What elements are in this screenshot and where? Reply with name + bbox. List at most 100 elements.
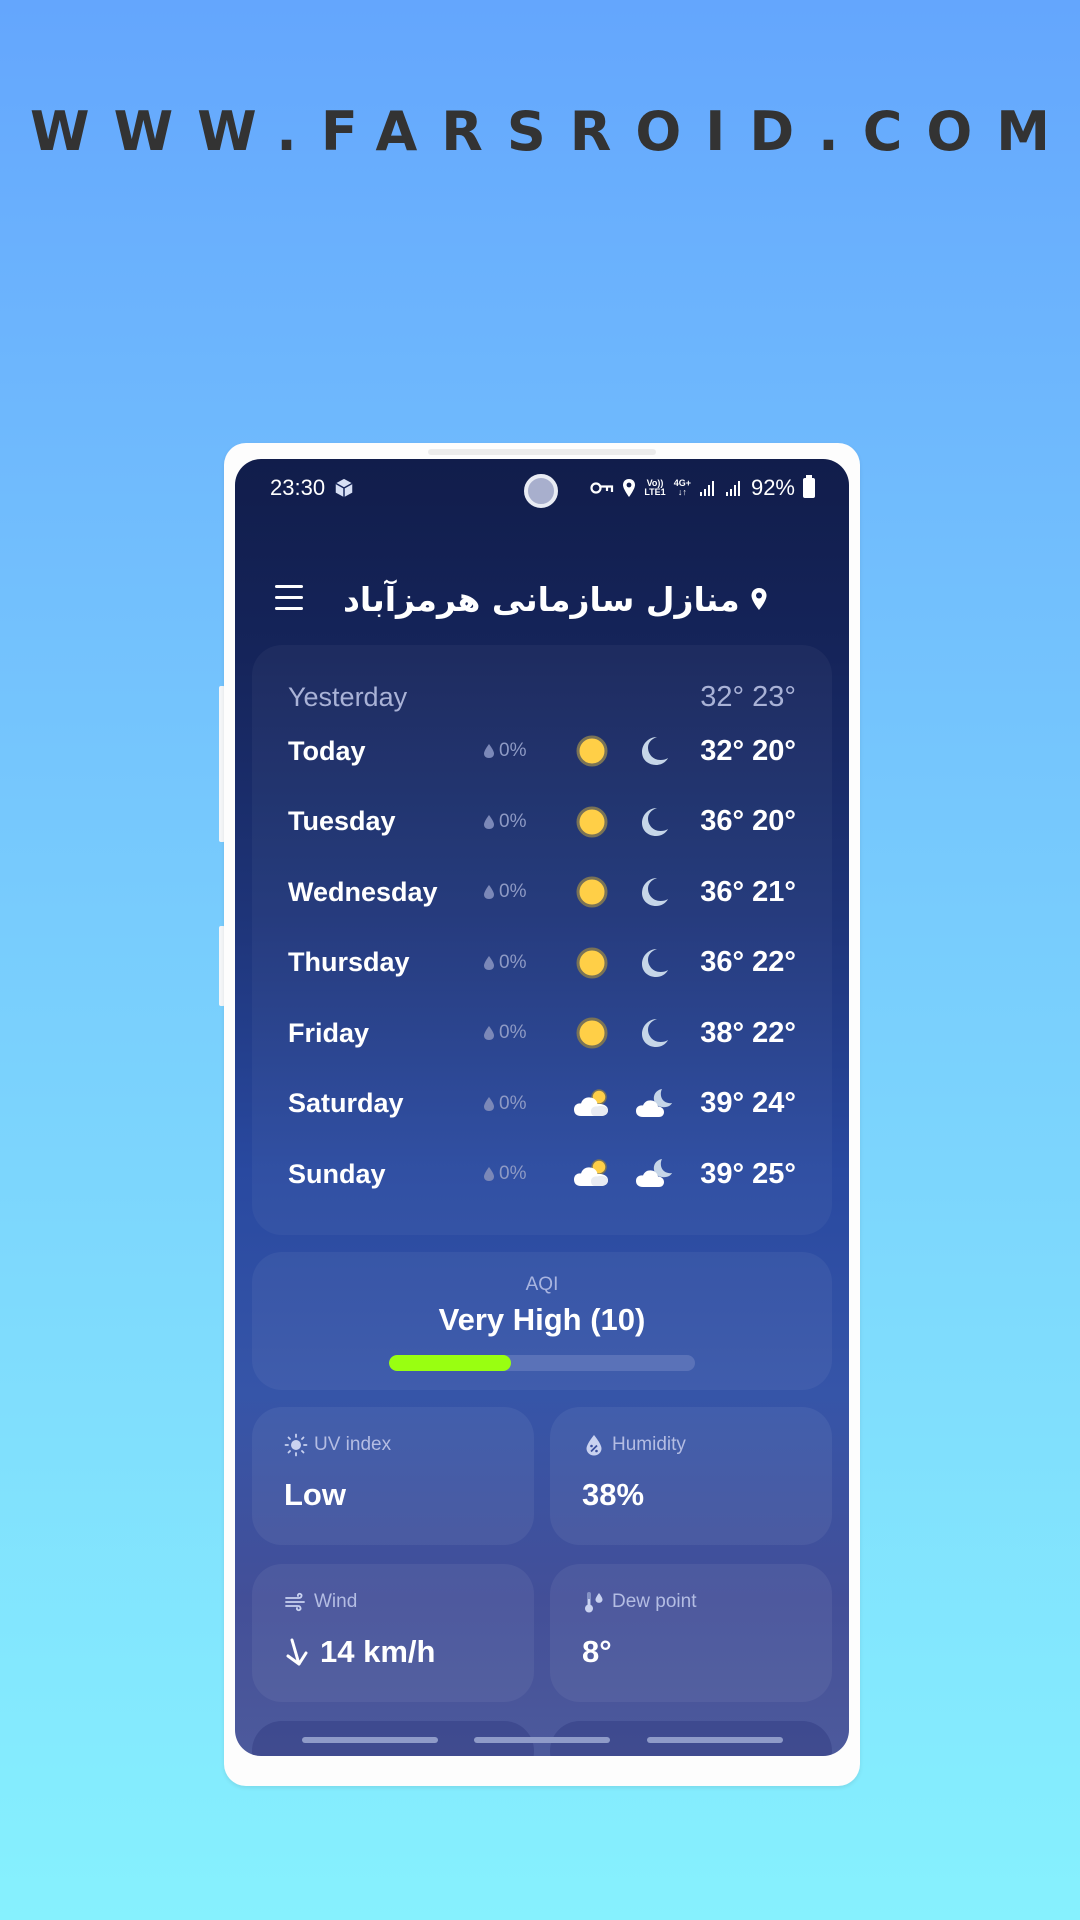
day-condition [573, 1014, 611, 1052]
day-name: Thursday [288, 947, 410, 977]
rain-drop-icon [484, 744, 494, 758]
uv-index-tile[interactable]: UV index Low [252, 1407, 534, 1545]
day-condition [573, 873, 611, 911]
location-selector[interactable]: منازل سازمانی هرمزآباد [343, 573, 768, 625]
partly-cloudy-night-icon [636, 1088, 672, 1117]
precipitation-value: 0% [499, 740, 527, 761]
day-condition [573, 944, 611, 982]
weather-app-screen: 23:30 Vo)) LTE1 4G+ ↓↑ 92% منازل سازمانی… [235, 459, 849, 1756]
night-condition [635, 732, 673, 770]
moon-icon [642, 948, 668, 977]
aqi-progress-bar [389, 1355, 695, 1371]
day-name: Yesterday [288, 681, 408, 712]
precipitation-value: 0% [499, 951, 527, 973]
dew-point-value: 8° [582, 1634, 612, 1669]
precipitation-chance: 0% [483, 811, 573, 833]
rain-drop-icon [484, 1096, 494, 1111]
night-condition [635, 873, 673, 911]
temperature-range: 32° 23° [700, 680, 796, 713]
moon-icon [642, 737, 668, 765]
aqi-card[interactable]: AQI Very High (10) [252, 1252, 832, 1390]
precipitation-chance: 0% [483, 881, 573, 903]
location-icon [623, 479, 636, 497]
partly-cloudy-day-icon [574, 1088, 608, 1116]
moon-icon [642, 1019, 668, 1047]
day-condition [573, 1155, 611, 1193]
uv-index-value: Low [284, 1477, 346, 1512]
volte-indicator: Vo)) LTE1 [644, 478, 666, 497]
precipitation-value: 0% [499, 1092, 527, 1114]
humidity-tile[interactable]: Humidity 38% [550, 1407, 832, 1545]
status-time: 23:30 [270, 475, 326, 500]
sun-icon [576, 806, 608, 837]
day-condition [573, 1085, 611, 1123]
vpn-key-icon [590, 482, 614, 494]
night-condition [635, 803, 673, 841]
wind-icon [285, 1592, 305, 1612]
night-condition [635, 944, 673, 982]
precipitation-chance: 0% [483, 1163, 573, 1185]
precipitation-chance: 0% [483, 1022, 573, 1044]
precipitation-value: 0% [499, 1163, 527, 1184]
wind-direction-arrow-icon [286, 1638, 308, 1666]
night-condition [635, 1155, 673, 1193]
forecast-row[interactable]: Friday 0% 38° 22° [288, 1011, 796, 1055]
temperature-range: 39° 24° [700, 1087, 796, 1119]
wind-label: Wind [314, 1591, 358, 1612]
rain-drop-icon [484, 955, 494, 970]
humidity-drop-icon [586, 1435, 602, 1456]
aqi-progress-fill [389, 1355, 512, 1371]
night-condition [635, 1085, 673, 1123]
day-name: Friday [288, 1017, 370, 1048]
dew-point-label: Dew point [612, 1591, 697, 1612]
location-name: منازل سازمانی هرمزآباد [343, 579, 740, 619]
day-name: Saturday [288, 1088, 404, 1118]
forecast-row[interactable]: Sunday 0% 39° 25° [288, 1152, 796, 1196]
partly-cloudy-night-icon [636, 1159, 672, 1187]
sun-icon [576, 735, 608, 767]
temperature-range: 38° 22° [700, 1016, 796, 1049]
location-pin-icon [751, 588, 767, 610]
aqi-label: AQI [525, 1274, 559, 1295]
precipitation-chance: 0% [483, 952, 573, 974]
precipitation-chance: 0% [483, 740, 573, 762]
day-condition [573, 732, 611, 770]
moon-icon [642, 807, 668, 836]
temperature-range: 36° 22° [700, 946, 796, 978]
daily-forecast-card[interactable]: Yesterday 32° 23° Today 0% 32° 20° Tuesday 0… [252, 645, 832, 1235]
battery-icon [803, 475, 815, 498]
temperature-range: 32° 20° [700, 734, 796, 767]
forecast-row[interactable]: Tuesday 0% 36° 20° [288, 800, 796, 844]
forecast-row[interactable]: Today 0% 32° 20° [288, 729, 796, 773]
phone-speaker [428, 449, 656, 455]
sun-icon [576, 947, 608, 978]
signal-icon [725, 481, 740, 496]
temperature-range: 36° 20° [700, 805, 796, 837]
nav-pill[interactable] [474, 1737, 610, 1743]
forecast-row[interactable]: Wednesday 0% 36° 21° [288, 870, 796, 914]
wind-value: 14 km/h [320, 1634, 436, 1669]
rain-drop-icon [484, 1026, 494, 1040]
sun-icon [284, 1433, 308, 1457]
menu-icon[interactable] [275, 585, 303, 611]
wind-tile[interactable]: Wind 14 km/h [252, 1564, 534, 1702]
forecast-row-yesterday[interactable]: Yesterday 32° 23° [288, 675, 796, 719]
package-icon [335, 478, 353, 498]
rain-drop-icon [484, 814, 494, 829]
forecast-row[interactable]: Thursday 0% 36° 22° [288, 941, 796, 985]
humidity-label: Humidity [612, 1434, 686, 1455]
navigation-bar [235, 1737, 849, 1747]
aqi-value: Very High (10) [438, 1302, 646, 1337]
partly-cloudy-day-icon [574, 1159, 608, 1186]
forecast-row[interactable]: Saturday 0% 39° 24° [288, 1082, 796, 1126]
nav-pill[interactable] [302, 1737, 438, 1743]
precipitation-value: 0% [499, 881, 527, 902]
day-name: Tuesday [288, 806, 396, 836]
network-type-indicator: 4G+ ↓↑ [673, 478, 691, 497]
rain-drop-icon [484, 885, 494, 899]
dew-point-tile[interactable]: Dew point 8° [550, 1564, 832, 1702]
sun-icon [576, 876, 608, 908]
nav-pill[interactable] [647, 1737, 783, 1743]
temperature-range: 39° 25° [700, 1157, 796, 1190]
battery-percent: 92% [750, 475, 795, 500]
